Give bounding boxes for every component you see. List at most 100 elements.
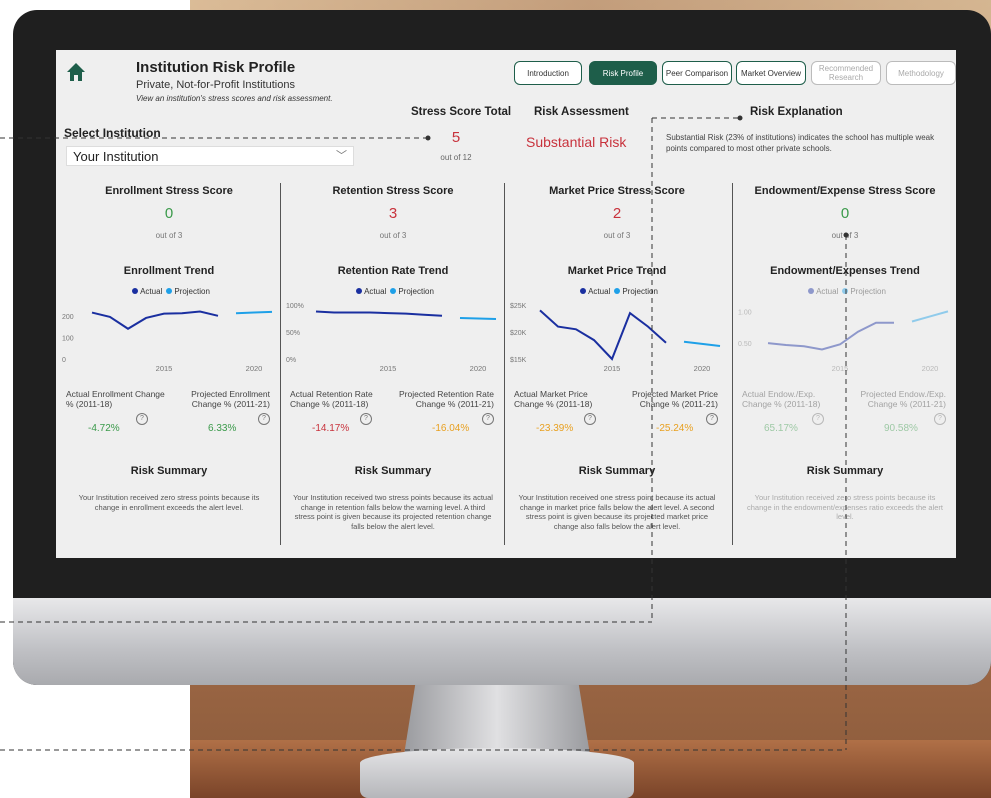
y-tick-label: 100% — [286, 303, 304, 310]
stress-total-outof: out of 12 — [440, 153, 472, 162]
projected-change-value: 6.33% — [208, 423, 237, 434]
projected-change-label: Projected Market Price Change % (2011-21… — [632, 389, 718, 409]
projected-change-label: Projected Enrollment Change % (2011-21) — [191, 389, 270, 409]
trend-title: Endowment/Expenses Trend — [770, 265, 920, 277]
tab-recommended-research[interactable]: Recommended Research — [811, 61, 881, 85]
risk-summary-text: Your Institution received zero stress po… — [747, 493, 943, 521]
x-tick-label: 2015 — [832, 364, 849, 373]
enrollment-column: Enrollment Stress Score 0 out of 3 Enrollme… — [58, 183, 280, 558]
y-tick-label: 50% — [286, 330, 300, 337]
score-value: 2 — [612, 205, 622, 222]
tab-market-overview[interactable]: Market Overview — [736, 61, 806, 85]
projected-change-value: 90.58% — [884, 423, 918, 434]
score-title: Retention Stress Score — [332, 185, 454, 197]
legend-projection-marker — [390, 288, 397, 294]
help-icon[interactable]: ? — [706, 413, 718, 425]
projected-change-value: -25.24% — [656, 423, 694, 434]
score-value: 3 — [388, 205, 398, 222]
projected-change-value: -16.04% — [432, 423, 470, 434]
projected-change-label: Projected Retention Rate Change % (2011-… — [399, 389, 494, 409]
actual-change-value: 65.17% — [764, 423, 798, 434]
help-icon[interactable]: ? — [934, 413, 946, 425]
actual-change-label: Actual Endow./Exp. Change % (2011-18) — [742, 389, 821, 409]
score-title: Enrollment Stress Score — [105, 185, 233, 197]
column-divider — [280, 183, 281, 545]
score-outof: out of 3 — [831, 231, 859, 240]
actual-series-line — [315, 310, 443, 317]
y-tick-label: $25K — [510, 303, 527, 310]
risk-summary-text: Your Institution received two stress poi… — [293, 493, 493, 531]
page-subtitle: Private, Not-for-Profit Institutions — [136, 79, 295, 91]
trend-title: Retention Rate Trend — [337, 265, 449, 277]
legend-actual-marker — [356, 288, 363, 294]
legend-actual-marker — [808, 288, 815, 294]
risk-assessment-value: Substantial Risk — [526, 134, 627, 150]
trend-title: Enrollment Trend — [123, 265, 215, 277]
help-icon[interactable]: ? — [136, 413, 148, 425]
stress-total-value: 5 — [451, 129, 461, 146]
stress-total-label: Stress Score Total — [411, 106, 512, 118]
risk-assessment-label: Risk Assessment — [534, 106, 629, 118]
chart-legend: Actual Projection — [734, 287, 956, 296]
legend-actual-marker — [132, 288, 139, 294]
x-tick-label: 2015 — [156, 364, 173, 373]
score-outof: out of 3 — [603, 231, 631, 240]
actual-series-line — [539, 309, 667, 361]
x-tick-label: 2020 — [922, 364, 939, 373]
risk-summary-title: Risk Summary — [578, 465, 656, 477]
trend-chart: 100% 50% 0% 2015 2020 — [286, 303, 497, 373]
projection-series-line — [911, 310, 949, 323]
help-icon[interactable]: ? — [584, 413, 596, 425]
y-tick-label: 200 — [62, 314, 74, 321]
actual-change-value: -23.39% — [536, 423, 574, 434]
dashboard-screen: Institution Risk Profile Private, Not-fo… — [56, 50, 956, 558]
x-tick-label: 2015 — [604, 364, 621, 373]
monitor-chin — [13, 598, 991, 685]
help-icon[interactable]: ? — [258, 413, 270, 425]
tab-introduction[interactable]: Introduction — [514, 61, 582, 85]
legend-actual: Actual — [364, 287, 387, 296]
score-outof: out of 3 — [379, 231, 407, 240]
y-tick-label: $15K — [510, 357, 527, 364]
monitor-stand — [404, 685, 590, 755]
market-price-column: Market Price Stress Score 2 out of 3 Market… — [506, 183, 728, 558]
actual-series-line — [767, 321, 894, 351]
score-outof: out of 3 — [155, 231, 183, 240]
tab-peer-comparison[interactable]: Peer Comparison — [662, 61, 732, 85]
trend-title: Market Price Trend — [567, 265, 667, 277]
risk-explanation-text: Substantial Risk (23% of institutions) i… — [666, 133, 935, 153]
tab-methodology[interactable]: Methodology — [886, 61, 956, 85]
help-icon[interactable]: ? — [360, 413, 372, 425]
legend-projection: Projection — [850, 287, 886, 296]
column-divider — [732, 183, 733, 545]
tab-risk-profile[interactable]: Risk Profile — [589, 61, 657, 85]
retention-column: Retention Stress Score 3 out of 3 Retention… — [282, 183, 504, 558]
chevron-down-icon: ﹀ — [336, 150, 347, 162]
score-title: Endowment/Expense Stress Score — [754, 185, 936, 197]
actual-change-label: Actual Market Price Change % (2011-18) — [514, 389, 593, 409]
legend-projection-marker — [842, 288, 849, 294]
y-tick-label: 0 — [62, 357, 66, 364]
legend-projection-marker — [166, 288, 173, 294]
x-tick-label: 2020 — [470, 364, 487, 373]
legend-projection-marker — [614, 288, 621, 294]
actual-change-value: -14.17% — [312, 423, 350, 434]
x-tick-label: 2020 — [694, 364, 711, 373]
projection-series-line — [683, 340, 721, 348]
projection-series-line — [235, 310, 273, 315]
page-title: Institution Risk Profile — [136, 59, 296, 76]
projected-change-label: Projected Endow./Exp. Change % (2011-21) — [860, 389, 946, 409]
chart-legend: Actual Projection — [58, 287, 280, 296]
actual-change-value: -4.72% — [88, 423, 120, 434]
risk-summary-text: Your Institution received one stress poi… — [518, 493, 716, 531]
legend-actual-marker — [580, 288, 587, 294]
actual-change-label: Actual Retention Rate Change % (2011-18) — [290, 389, 373, 409]
trend-chart: 1.00 0.50 2015 2020 — [738, 309, 949, 373]
help-icon[interactable]: ? — [482, 413, 494, 425]
help-icon[interactable]: ? — [812, 413, 824, 425]
select-institution-label: Select Institution — [64, 126, 161, 140]
monitor-base — [360, 748, 634, 798]
institution-dropdown[interactable]: Your Institution ﹀ — [66, 146, 354, 166]
home-icon[interactable] — [66, 62, 86, 82]
legend-projection: Projection — [622, 287, 658, 296]
